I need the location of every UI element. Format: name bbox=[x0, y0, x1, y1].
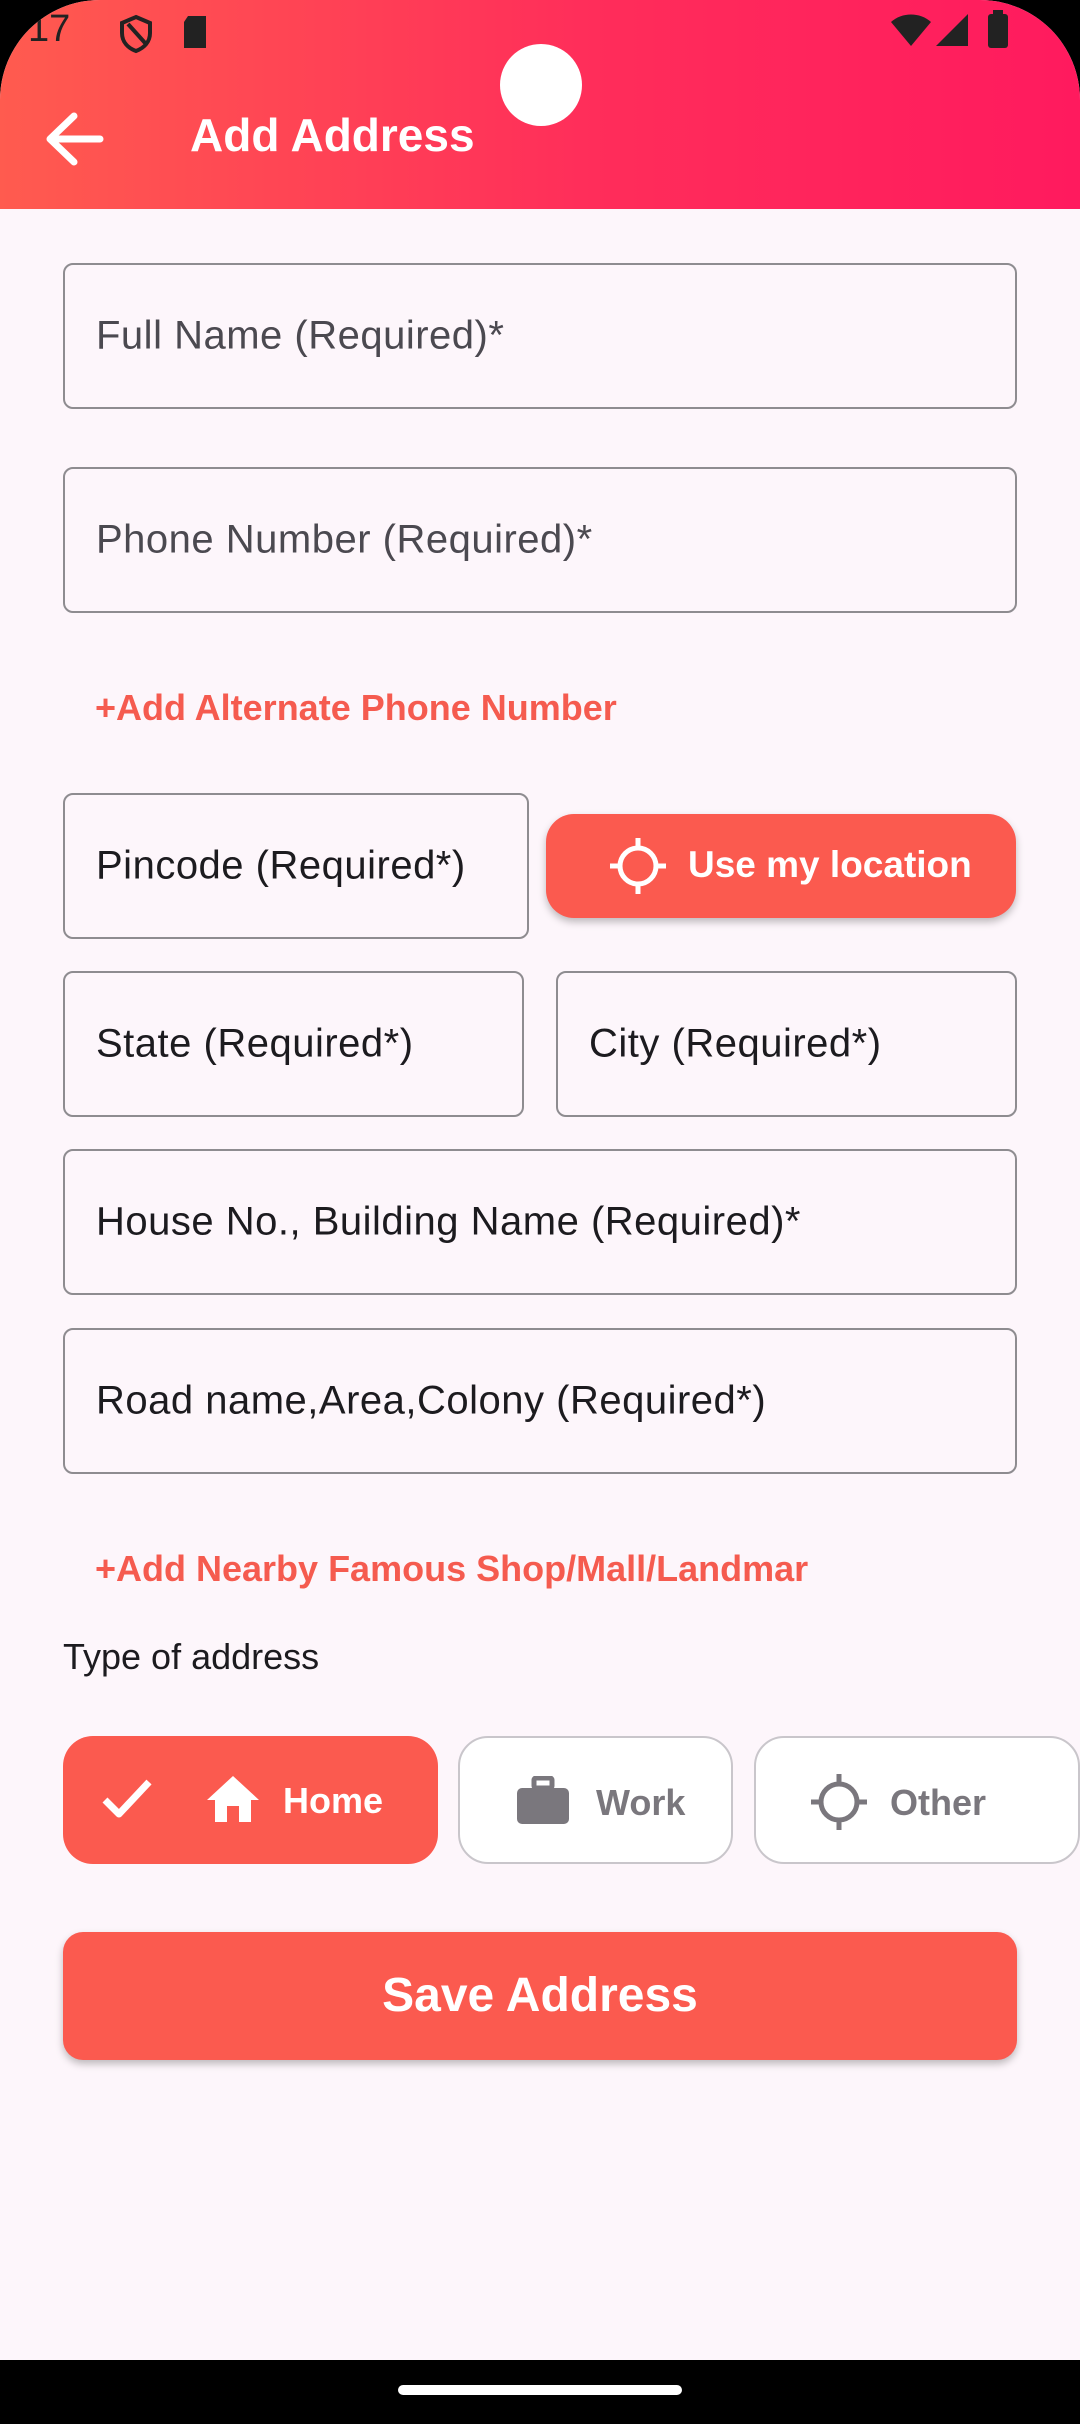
location-crosshair-icon bbox=[610, 838, 666, 894]
save-address-label: Save Address bbox=[382, 1969, 698, 2022]
pincode-field[interactable]: Pincode (Required*) bbox=[63, 793, 529, 939]
screen: 17 Add Address Full Name (Required)* Pho… bbox=[0, 0, 1080, 2424]
address-type-home-chip[interactable]: Home bbox=[63, 1736, 438, 1864]
signal-icon bbox=[936, 14, 968, 46]
state-placeholder: State (Required*) bbox=[96, 1021, 414, 1066]
add-landmark-link[interactable]: +Add Nearby Famous Shop/Mall/Landmar bbox=[95, 1548, 808, 1590]
status-time: 17 bbox=[28, 8, 71, 50]
phone-number-field[interactable]: Phone Number (Required)* bbox=[63, 467, 1017, 613]
check-icon bbox=[102, 1779, 152, 1818]
full-name-placeholder: Full Name (Required)* bbox=[96, 313, 505, 358]
city-placeholder: City (Required*) bbox=[589, 1021, 882, 1066]
home-chip-label: Home bbox=[283, 1780, 384, 1821]
shield-icon bbox=[120, 14, 152, 54]
app-bar: 17 Add Address bbox=[0, 0, 1080, 209]
use-my-location-button[interactable]: Use my location bbox=[546, 814, 1016, 918]
address-type-label: Type of address bbox=[63, 1636, 320, 1677]
other-chip-label: Other bbox=[890, 1782, 987, 1823]
phone-number-placeholder: Phone Number (Required)* bbox=[96, 517, 593, 562]
house-building-placeholder: House No., Building Name (Required)* bbox=[96, 1199, 801, 1244]
sd-card-icon bbox=[184, 16, 206, 48]
work-chip-label: Work bbox=[596, 1782, 686, 1823]
road-area-field[interactable]: Road name,Area,Colony (Required*) bbox=[63, 1328, 1017, 1474]
wifi-icon bbox=[891, 14, 931, 46]
pincode-placeholder: Pincode (Required*) bbox=[96, 843, 466, 888]
state-field[interactable]: State (Required*) bbox=[63, 971, 524, 1117]
page-title: Add Address bbox=[190, 109, 475, 161]
home-icon bbox=[207, 1776, 259, 1822]
use-my-location-label: Use my location bbox=[688, 844, 972, 885]
camera-cutout bbox=[500, 44, 582, 126]
battery-icon bbox=[988, 10, 1008, 48]
briefcase-icon bbox=[517, 1776, 569, 1824]
road-area-placeholder: Road name,Area,Colony (Required*) bbox=[96, 1378, 767, 1423]
save-address-button[interactable]: Save Address bbox=[63, 1932, 1017, 2060]
back-arrow-icon[interactable] bbox=[40, 104, 110, 174]
home-indicator[interactable] bbox=[398, 2385, 682, 2395]
address-type-work-chip[interactable]: Work bbox=[458, 1736, 733, 1864]
full-name-field[interactable]: Full Name (Required)* bbox=[63, 263, 1017, 409]
add-alternate-phone-link[interactable]: +Add Alternate Phone Number bbox=[95, 687, 617, 729]
address-type-other-chip[interactable]: Other bbox=[754, 1736, 1080, 1864]
location-crosshair-icon bbox=[811, 1774, 867, 1830]
house-building-field[interactable]: House No., Building Name (Required)* bbox=[63, 1149, 1017, 1295]
city-field[interactable]: City (Required*) bbox=[556, 971, 1017, 1117]
